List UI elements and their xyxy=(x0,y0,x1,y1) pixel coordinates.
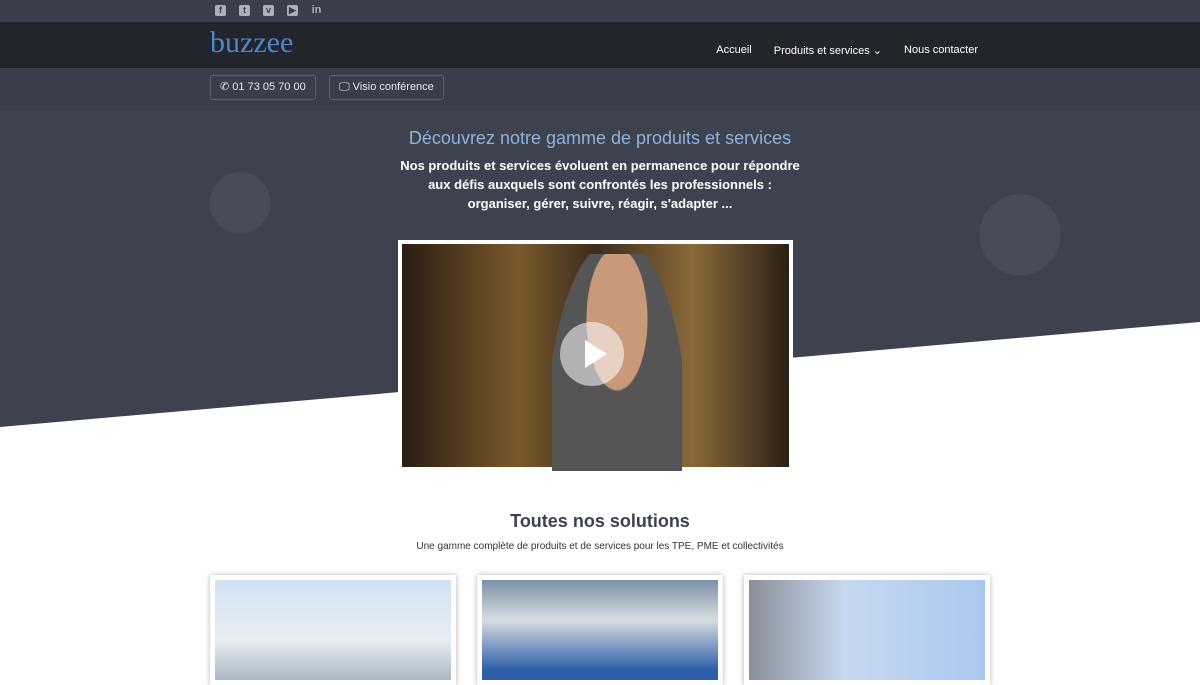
facebook-icon[interactable]: f xyxy=(215,5,226,16)
hero-title: Découvrez notre gamme de produits et ser… xyxy=(408,128,792,148)
solutions-subtitle: Une gamme complète de produits et de ser… xyxy=(416,541,784,552)
hero-line: organiser, gérer, suivre, réagir, s'adap… xyxy=(467,196,733,211)
navbar: buzzee Accueil Produits et services ⌄ No… xyxy=(0,22,1200,68)
card-image xyxy=(749,580,985,680)
monitor-icon: 🖵 xyxy=(339,81,353,93)
card-image xyxy=(482,580,718,680)
hero-line: aux défis auxquels sont confrontés les p… xyxy=(428,177,772,192)
nav-produits-services[interactable]: Produits et services ⌄ xyxy=(774,44,882,57)
phone-icon: ✆ xyxy=(220,81,233,93)
twitter-icon[interactable]: t xyxy=(239,5,250,16)
logo[interactable]: buzzee xyxy=(210,26,293,60)
phone-label: 01 73 05 70 00 xyxy=(232,81,306,93)
social-bar: f t v ▶ in xyxy=(0,0,1200,22)
solutions-title: Toutes nos solutions xyxy=(510,511,690,531)
solution-card[interactable] xyxy=(477,575,723,685)
solution-card[interactable] xyxy=(744,575,990,685)
linkedin-icon[interactable]: in xyxy=(311,5,322,16)
visio-label: Visio conférence xyxy=(352,81,434,93)
card-image xyxy=(215,580,451,680)
youtube-icon[interactable]: ▶ xyxy=(287,5,298,16)
vimeo-icon[interactable]: v xyxy=(263,5,274,16)
nav-contact[interactable]: Nous contacter xyxy=(904,44,978,57)
video-player[interactable] xyxy=(398,240,793,471)
visio-button[interactable]: 🖵 Visio conférence xyxy=(329,75,444,100)
solution-card[interactable] xyxy=(210,575,456,685)
play-icon[interactable] xyxy=(560,322,624,386)
hero-text: Nos produits et services évoluent en per… xyxy=(0,156,1200,213)
contact-bar: ✆ 01 73 05 70 00 🖵 Visio conférence xyxy=(0,68,1200,106)
hero-line: Nos produits et services évoluent en per… xyxy=(400,158,800,173)
phone-button[interactable]: ✆ 01 73 05 70 00 xyxy=(210,75,316,100)
nav-accueil[interactable]: Accueil xyxy=(716,44,751,57)
